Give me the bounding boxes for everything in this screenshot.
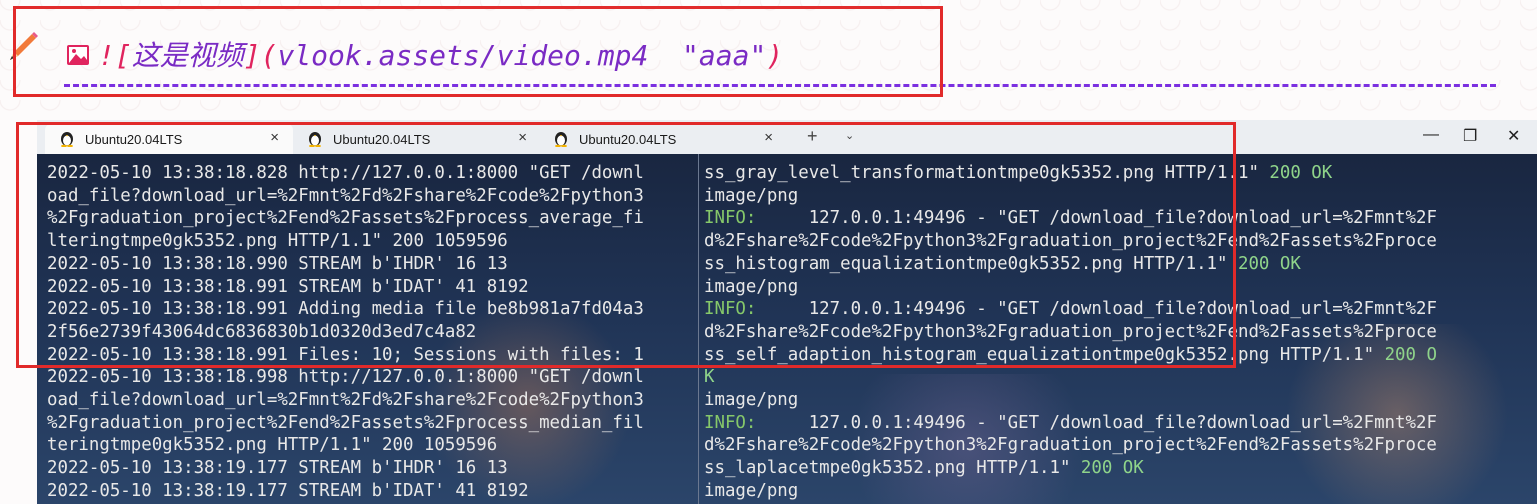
terminal-line: 2022-05-10 13:38:19.177 STREAM b'IDAT' 4…: [47, 480, 529, 501]
terminal-line: d%2Fshare%2Fcode%2Fpython3%2Fgraduation_…: [704, 434, 1437, 457]
terminal-line: image/png: [704, 480, 1437, 503]
terminal-line: ss_laplacetmpe0gk5352.png HTTP/1.1" 200 …: [704, 457, 1437, 480]
highlight-box-terminal: [16, 122, 1236, 368]
status-ok: 200 OK: [1080, 458, 1144, 479]
maximize-button[interactable]: ❐: [1463, 126, 1477, 146]
status-ok: K: [704, 367, 715, 388]
terminal-line: K: [704, 366, 1437, 389]
line-text: 127.0.0.1:49496 - "GET /download_file?do…: [756, 412, 1437, 433]
line-text: image/png: [704, 390, 799, 411]
highlight-box-markdown: [13, 6, 943, 97]
line-text: d%2Fshare%2Fcode%2Fpython3%2Fgraduation_…: [704, 435, 1437, 456]
status-ok: 200 O: [1384, 344, 1437, 365]
info-label: INFO:: [704, 412, 757, 433]
terminal-line: INFO: 127.0.0.1:49496 - "GET /download_f…: [704, 412, 1437, 435]
terminal-line: %2Fgraduation_project%2Fend%2Fassets%2Fp…: [47, 412, 644, 433]
close-window-button[interactable]: ✕: [1507, 126, 1520, 146]
line-text: image/png: [704, 480, 799, 501]
status-ok: 200 OK: [1237, 253, 1301, 274]
terminal-line: oad_file?download_url=%2Fmnt%2Fd%2Fshare…: [47, 390, 644, 411]
status-ok: 200 OK: [1269, 163, 1333, 183]
terminal-line: image/png: [704, 389, 1437, 412]
terminal-line: 2022-05-10 13:38:19.177 STREAM b'IHDR' 1…: [47, 458, 508, 479]
terminal-line: 2022-05-10 13:38:18.998 http://127.0.0.1…: [47, 367, 644, 388]
minimize-button[interactable]: —: [1423, 126, 1439, 144]
line-text: ss_laplacetmpe0gk5352.png HTTP/1.1": [704, 458, 1081, 479]
terminal-line: teringtmpe0gk5352.png HTTP/1.1" 200 1059…: [47, 435, 498, 456]
